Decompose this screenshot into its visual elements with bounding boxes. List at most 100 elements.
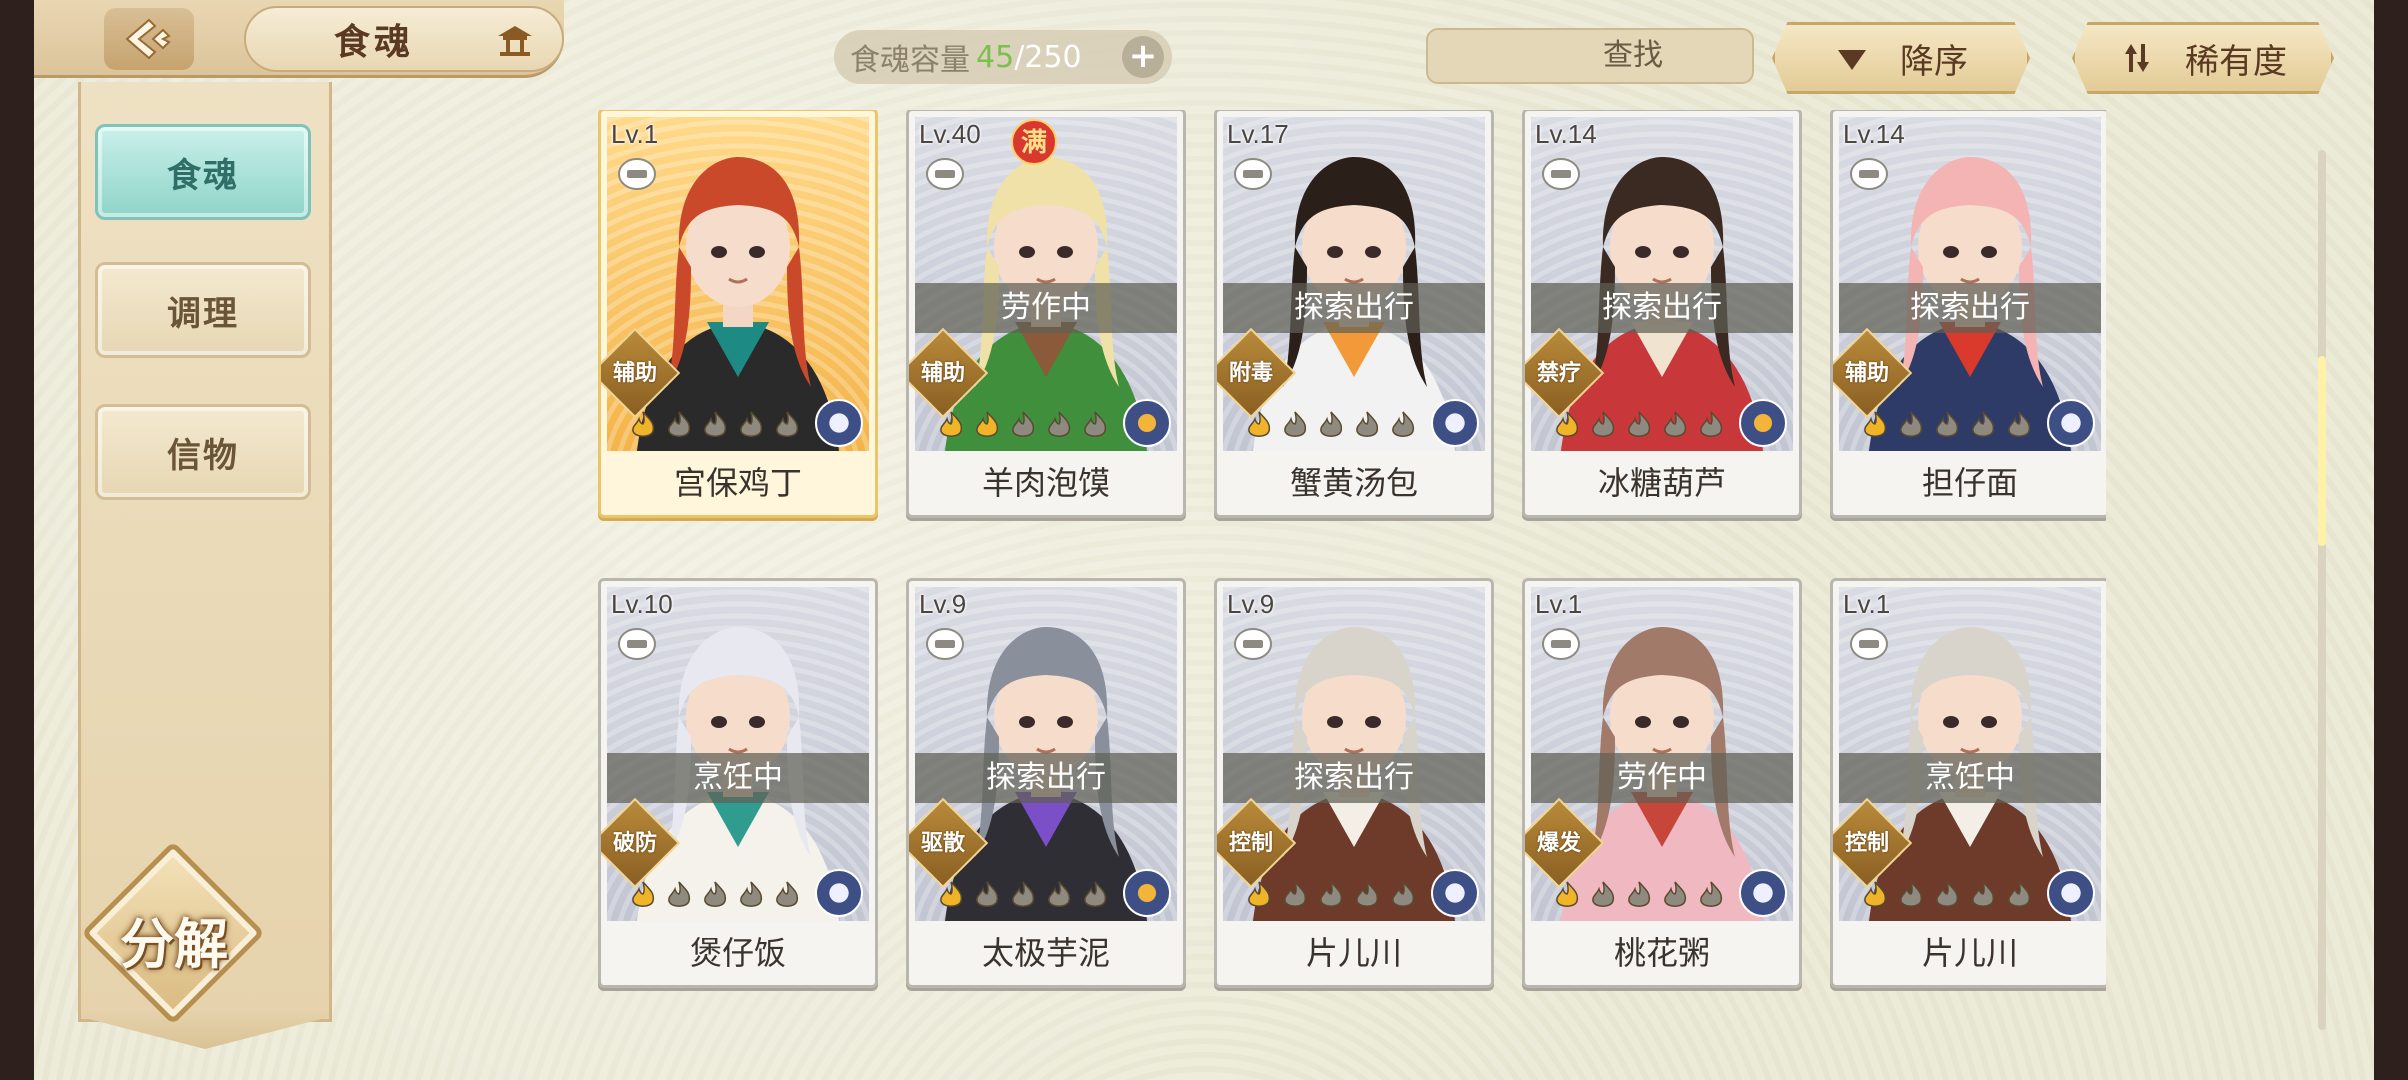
level-label: Lv.9 [1227,589,1275,619]
flame-star-icon [1284,411,1307,437]
status-overlay: 烹饪中 [1839,753,2101,803]
status-overlay: 探索出行 [915,753,1177,803]
flame-star-icon [2008,411,2031,437]
flame-star-icon [632,881,655,907]
level-label: Lv.14 [1843,119,1905,149]
capacity-label: 食魂容量 [850,43,970,78]
element-icon [1431,869,1479,917]
sort-order-button[interactable]: 降序 [1772,22,2030,94]
flame-star-icon [1392,881,1415,907]
capacity-separator: / [1014,39,1025,75]
star-rating [935,409,1111,443]
lock-icon[interactable] [1849,157,1889,191]
flame-star-icon [632,411,655,437]
search-box[interactable] [1426,28,1826,84]
element-icon [2047,399,2095,447]
role-label: 破防 [612,831,657,856]
food-soul-card[interactable]: Lv.14 探索出行 禁疗 冰糖葫芦 [1522,110,1802,518]
flame-star-icon [1936,881,1959,907]
element-icon [1123,399,1171,447]
tab-tokens[interactable]: 信物 [95,404,311,500]
lock-icon[interactable] [925,627,965,661]
lock-icon[interactable] [617,157,657,191]
flame-star-icon [2008,881,2031,907]
status-overlay: 探索出行 [1223,753,1485,803]
max-level-badge: 满 [1011,119,1057,165]
level-label: Lv.1 [1535,589,1583,619]
flame-star-icon [704,881,727,907]
page-title: 食魂 [333,21,414,63]
capacity-indicator: 食魂容量 45 / 250 + [834,30,1172,84]
element-icon [1739,399,1787,447]
lock-icon[interactable] [1849,627,1889,661]
food-soul-card[interactable]: Lv.14 探索出行 辅助 担仔面 [1830,110,2106,518]
add-capacity-button[interactable]: + [1122,36,1164,78]
food-soul-card[interactable]: Lv.9 探索出行 控制 片儿川 [1214,578,1494,988]
scrollbar-thumb[interactable] [2318,356,2326,546]
status-overlay: 探索出行 [1223,283,1485,333]
star-rating [1243,409,1419,443]
food-soul-name: 羊肉泡馍 [981,464,1110,502]
food-soul-card[interactable]: Lv.17 探索出行 附毒 蟹黄汤包 [1214,110,1494,518]
star-rating [627,409,803,443]
flame-star-icon [1320,881,1343,907]
tab-conditioning[interactable]: 调理 [95,262,311,358]
level-label: Lv.14 [1535,119,1597,149]
flame-star-icon [776,881,799,907]
lock-icon[interactable] [1541,157,1581,191]
role-label: 辅助 [1844,361,1889,386]
element-icon [1431,399,1479,447]
status-overlay: 探索出行 [1531,283,1793,333]
status-overlay: 探索出行 [1839,283,2101,333]
food-soul-card[interactable]: Lv.1 劳作中 爆发 桃花粥 [1522,578,1802,988]
lock-icon[interactable] [925,157,965,191]
sort-order-label: 降序 [1900,41,1968,82]
lock-icon[interactable] [1233,157,1273,191]
food-soul-name: 片儿川 [1921,934,2018,972]
lock-icon[interactable] [1233,627,1273,661]
capacity-current: 45 [976,39,1015,75]
star-rating [627,879,803,913]
star-rating [1859,409,2035,443]
food-soul-card[interactable]: Lv.40 满 劳作中 辅助 羊肉泡馍 [906,110,1186,518]
level-label: Lv.1 [611,119,659,149]
back-button[interactable] [104,8,194,70]
food-soul-card[interactable]: Lv.1 辅助 宫保鸡丁 [598,110,878,518]
level-label: Lv.9 [919,589,967,619]
flame-star-icon [1012,881,1035,907]
lock-icon[interactable] [1541,627,1581,661]
page-title-pill: 食魂 [244,6,564,72]
search-input[interactable] [1440,39,1826,73]
flame-star-icon [1392,411,1415,437]
food-soul-card[interactable]: Lv.10 烹饪中 破防 煲仔饭 [598,578,878,988]
role-label: 控制 [1228,831,1273,856]
flame-star-icon [1048,881,1071,907]
role-label: 爆发 [1536,831,1581,856]
sort-key-button[interactable]: 稀有度 [2072,22,2334,94]
flame-star-icon [1628,411,1651,437]
level-label: Lv.17 [1227,119,1289,149]
food-soul-card[interactable]: Lv.1 烹饪中 控制 片儿川 [1830,578,2106,988]
element-icon [2047,869,2095,917]
lock-icon[interactable] [617,627,657,661]
pavilion-icon[interactable] [496,24,534,58]
flame-star-icon [1248,881,1271,907]
food-soul-name: 太极芋泥 [981,934,1110,972]
tab-food-souls[interactable]: 食魂 [95,124,311,220]
back-arrow-icon [125,18,171,60]
food-soul-grid: Lv.1 辅助 宫保鸡丁 Lv.40 满 劳作中 辅助 羊肉泡馍 Lv.17 探… [566,110,2106,1000]
food-soul-name: 蟹黄汤包 [1289,464,1418,502]
flame-star-icon [740,411,763,437]
sort-key-label: 稀有度 [2185,41,2287,82]
decompose-label: 分解 [120,912,228,976]
food-soul-name: 桃花粥 [1613,934,1710,972]
food-soul-card[interactable]: Lv.9 探索出行 驱散 太极芋泥 [906,578,1186,988]
flame-star-icon [1864,411,1887,437]
flame-star-icon [976,881,999,907]
status-overlay: 劳作中 [1531,753,1793,803]
flame-star-icon [1320,411,1343,437]
role-label: 驱散 [920,831,965,856]
flame-star-icon [940,411,963,437]
scrollbar-track[interactable] [2318,150,2326,1030]
flame-star-icon [1592,881,1615,907]
